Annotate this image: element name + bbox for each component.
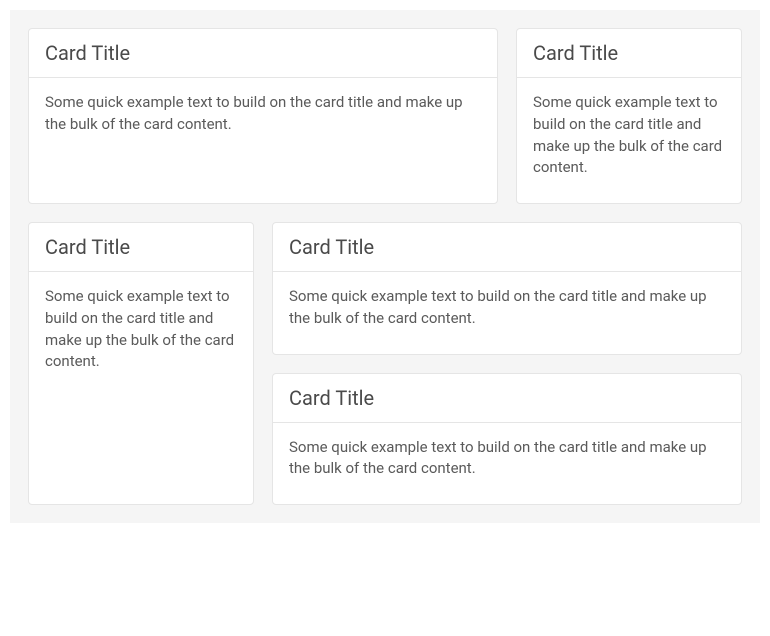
card: Card Title Some quick example text to bu… bbox=[272, 373, 742, 506]
card: Card Title Some quick example text to bu… bbox=[28, 222, 254, 505]
card-header: Card Title bbox=[29, 29, 497, 78]
card-column-right: Card Title Some quick example text to bu… bbox=[272, 222, 742, 505]
card-body: Some quick example text to build on the … bbox=[273, 272, 741, 354]
card-body: Some quick example text to build on the … bbox=[517, 78, 741, 203]
card-text: Some quick example text to build on the … bbox=[45, 286, 237, 373]
card-row-1: Card Title Some quick example text to bu… bbox=[28, 28, 742, 204]
card-title: Card Title bbox=[45, 41, 481, 65]
card-title: Card Title bbox=[289, 235, 725, 259]
card-header: Card Title bbox=[273, 374, 741, 423]
card: Card Title Some quick example text to bu… bbox=[516, 28, 742, 204]
card-header: Card Title bbox=[517, 29, 741, 78]
card-row-2: Card Title Some quick example text to bu… bbox=[28, 222, 742, 505]
card-body: Some quick example text to build on the … bbox=[29, 78, 497, 203]
card: Card Title Some quick example text to bu… bbox=[272, 222, 742, 355]
card-column-left: Card Title Some quick example text to bu… bbox=[28, 222, 254, 505]
card: Card Title Some quick example text to bu… bbox=[28, 28, 498, 204]
card-text: Some quick example text to build on the … bbox=[533, 92, 725, 179]
card-title: Card Title bbox=[45, 235, 237, 259]
card-title: Card Title bbox=[533, 41, 725, 65]
card-title: Card Title bbox=[289, 386, 725, 410]
card-body: Some quick example text to build on the … bbox=[29, 272, 253, 504]
card-text: Some quick example text to build on the … bbox=[289, 286, 725, 330]
card-layout-container: Card Title Some quick example text to bu… bbox=[10, 10, 760, 523]
card-body: Some quick example text to build on the … bbox=[273, 423, 741, 505]
card-text: Some quick example text to build on the … bbox=[45, 92, 481, 136]
card-text: Some quick example text to build on the … bbox=[289, 437, 725, 481]
card-header: Card Title bbox=[29, 223, 253, 272]
card-header: Card Title bbox=[273, 223, 741, 272]
